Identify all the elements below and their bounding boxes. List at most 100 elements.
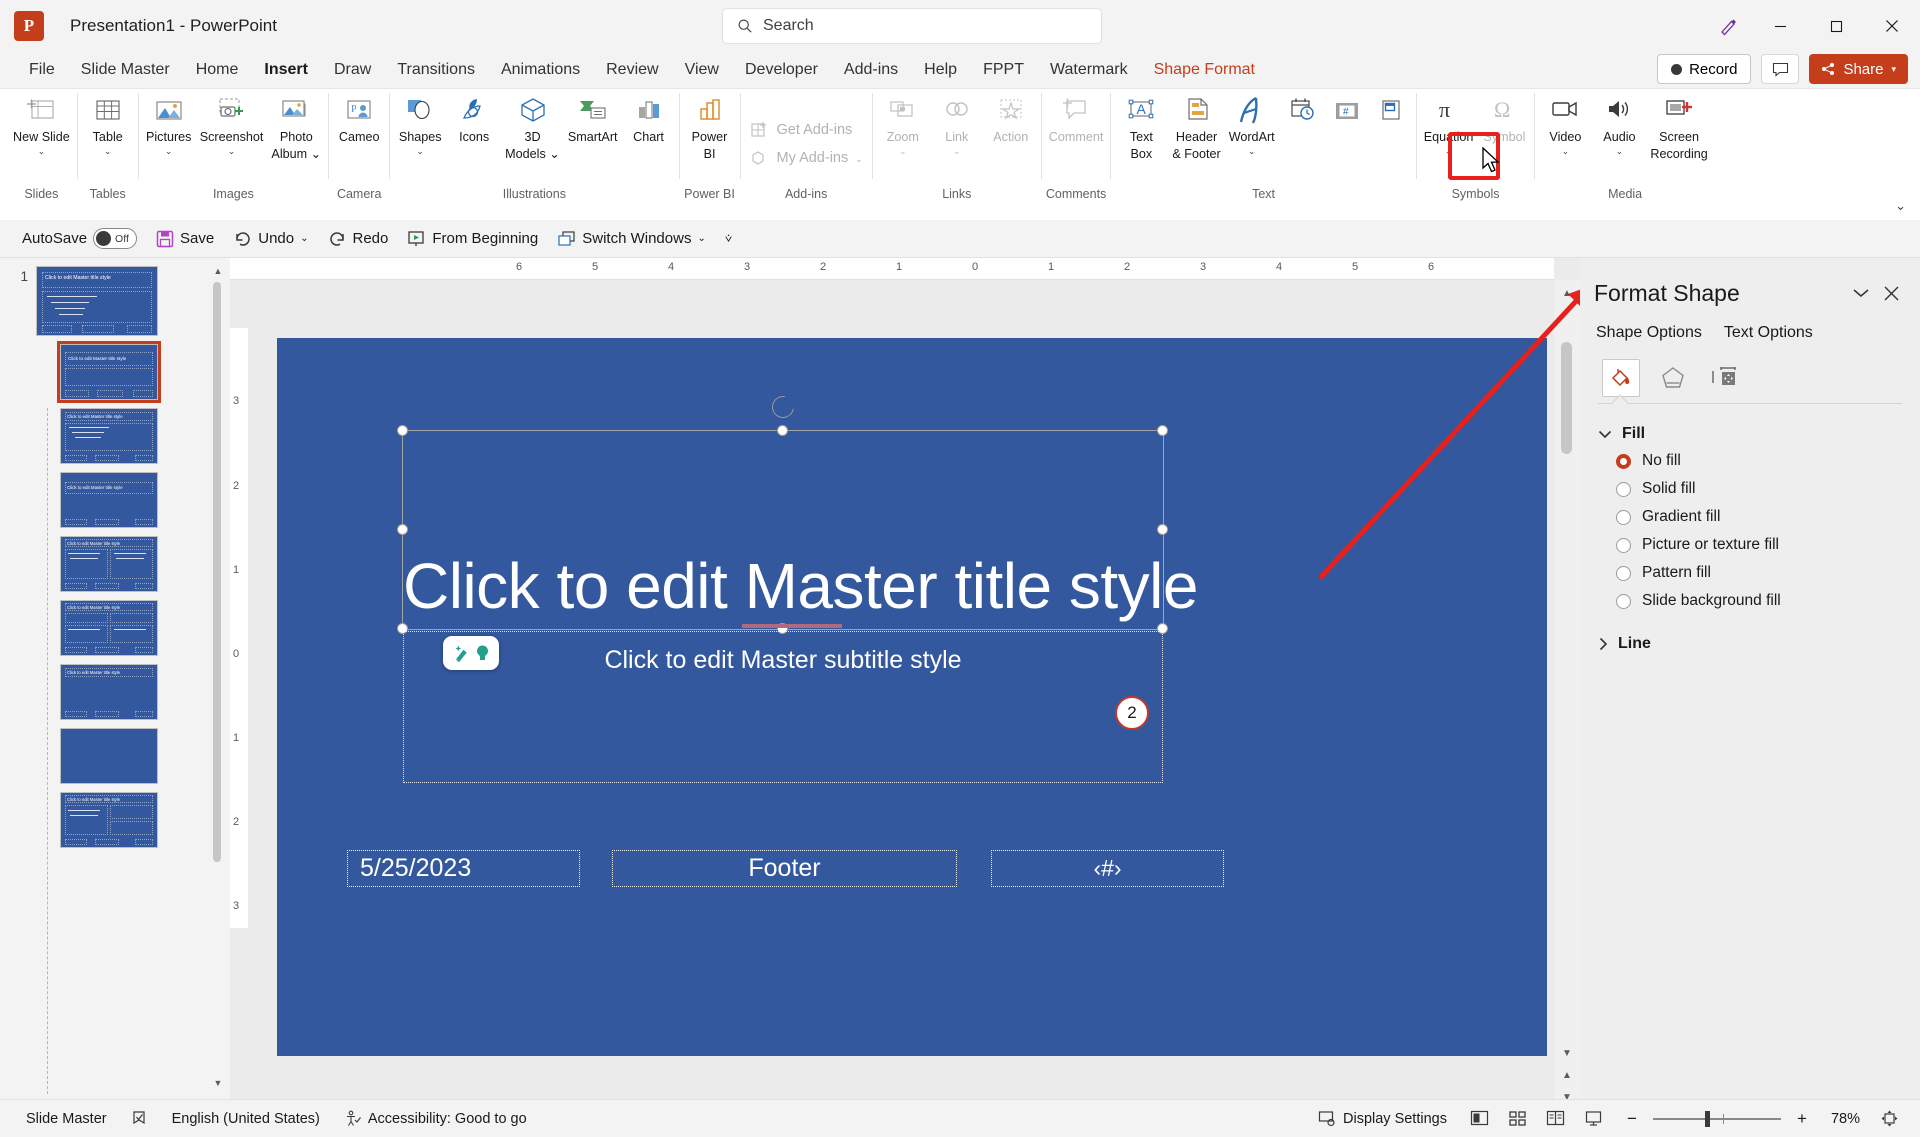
text-box-button[interactable]: A Text Box <box>1114 91 1168 161</box>
subtitle-placeholder[interactable]: Click to edit Master subtitle style <box>403 631 1163 783</box>
fit-to-window-button[interactable] <box>1872 1105 1906 1133</box>
ink-pen-icon[interactable] <box>1706 0 1752 52</box>
thumbnail-layout-row[interactable]: Click to edit Master title style <box>0 664 230 720</box>
slide-number-button[interactable]: # <box>1325 91 1369 128</box>
format-shape-pane[interactable]: Format Shape Shape Options Text Options <box>1580 258 1920 1112</box>
smartart-button[interactable]: SmartArt <box>564 91 622 145</box>
photo-album-button[interactable]: Photo Album ⌄ <box>267 91 325 161</box>
icons-button[interactable]: Icons <box>447 91 501 145</box>
equation-button[interactable]: π Equation ⌄ <box>1420 91 1478 156</box>
date-placeholder[interactable]: 5/25/2023 <box>347 850 580 887</box>
tab-slide-master[interactable]: Slide Master <box>68 56 183 84</box>
3d-models-button[interactable]: 3D Models ⌄ <box>501 91 564 161</box>
switch-windows-button[interactable]: Switch Windows ⌄ <box>549 226 714 252</box>
chart-button[interactable]: Chart <box>622 91 676 145</box>
section-fill-header[interactable]: Fill <box>1580 415 1920 447</box>
radio-picture-or-texture-fill[interactable]: Picture or texture fill <box>1580 531 1920 559</box>
thumbnail-layout-row[interactable]: Click to edit Master title style <box>0 408 230 464</box>
tab-draw[interactable]: Draw <box>321 56 384 84</box>
scroll-up-button[interactable]: ▲ <box>1554 280 1580 306</box>
wordart-button[interactable]: WordArt ⌄ <box>1225 91 1279 156</box>
thumbnail-layout-row[interactable]: Click to edit Master title style <box>0 472 230 528</box>
chevron-down-icon[interactable]: ⌄ <box>165 146 173 156</box>
undo-button[interactable]: Undo ⌄ <box>225 226 316 252</box>
tab-developer[interactable]: Developer <box>732 56 831 84</box>
scrollbar-thumb[interactable] <box>1561 342 1572 454</box>
minimize-button[interactable] <box>1752 0 1808 52</box>
share-button[interactable]: Share ▾ <box>1809 54 1908 84</box>
resize-handle-top-center[interactable] <box>777 425 788 436</box>
pictures-button[interactable]: Pictures ⌄ <box>142 91 196 156</box>
comments-button[interactable] <box>1761 54 1800 84</box>
chevron-down-icon[interactable]: ⌄ <box>1562 146 1570 156</box>
footer-placeholder[interactable]: Footer <box>612 850 957 887</box>
header-footer-button[interactable]: Header & Footer <box>1168 91 1224 161</box>
tab-home[interactable]: Home <box>183 56 252 84</box>
screen-recording-button[interactable]: Screen Recording <box>1646 91 1711 161</box>
redo-button[interactable]: Redo <box>320 226 397 252</box>
chevron-down-icon[interactable]: ⌄ <box>1248 146 1256 156</box>
video-button[interactable]: Video ⌄ <box>1538 91 1592 156</box>
slide-show-button[interactable] <box>1577 1105 1611 1133</box>
object-button[interactable] <box>1369 91 1413 128</box>
thumbnail-scrollbar[interactable]: ▲ ▼ <box>212 264 222 1090</box>
size-and-properties-icon[interactable] <box>1706 359 1744 397</box>
date-and-time-button[interactable] <box>1279 91 1325 128</box>
chevron-down-icon[interactable]: ⌄ <box>416 146 424 156</box>
symbol-button[interactable]: Ω Symbol <box>1477 91 1531 145</box>
chevron-down-icon[interactable]: ⌄ <box>1616 146 1624 156</box>
get-add-ins-button[interactable]: Get Add-ins <box>744 116 864 144</box>
close-button[interactable] <box>1864 0 1920 52</box>
radio-no-fill[interactable]: No fill <box>1580 447 1920 475</box>
slide-sorter-view-button[interactable] <box>1501 1105 1535 1133</box>
thumbnail-layout-row[interactable]: Click to edit Master title style <box>0 792 230 848</box>
spelling-check-button[interactable] <box>119 1110 160 1127</box>
chevron-down-icon[interactable]: ⌄ <box>300 233 308 244</box>
radio-gradient-fill[interactable]: Gradient fill <box>1580 503 1920 531</box>
chevron-down-icon[interactable]: ⌄ <box>697 233 705 244</box>
accessibility-checker[interactable]: Accessibility: Good to go <box>332 1110 539 1127</box>
chevron-down-icon[interactable]: ⌄ <box>104 146 112 156</box>
fill-and-line-icon[interactable] <box>1602 359 1640 397</box>
slide-pane-scrollbar[interactable]: ▲ ▼ ▲ ▼ <box>1554 280 1580 1112</box>
maximize-button[interactable] <box>1808 0 1864 52</box>
chevron-down-icon[interactable]: ⌄ <box>38 146 46 156</box>
radio-sol7id-fill[interactable]: Solid fill <box>1580 475 1920 503</box>
resize-handle-middle-right[interactable] <box>1157 524 1168 535</box>
section-line-header[interactable]: Line <box>1580 615 1920 657</box>
close-icon[interactable] <box>1876 278 1906 308</box>
slide-canvas[interactable]: Click to edit Master title style Click t… <box>277 338 1547 1056</box>
autosave-control[interactable]: AutoSave Off <box>14 224 145 253</box>
radio-pattern-fill[interactable]: Pattern fill <box>1580 559 1920 587</box>
autosave-toggle[interactable]: Off <box>93 228 138 249</box>
thumbnail-layout-row[interactable]: Click to edit Master title style <box>0 600 230 656</box>
from-beginning-button[interactable]: From Beginning <box>399 226 546 252</box>
thumbnail-layout-title-slide[interactable]: Click to edit Master title style <box>57 341 161 403</box>
thumbnail-layout-8[interactable]: Click to edit Master title style <box>60 792 158 848</box>
search-box[interactable]: Search <box>722 8 1102 44</box>
my-add-ins-button[interactable]: My Add-ins ⌄ <box>744 144 869 172</box>
display-settings-button[interactable]: Display Settings <box>1306 1110 1459 1127</box>
thumbnail-layout-2[interactable]: Click to edit Master title style <box>60 408 158 464</box>
customize-quick-access-toolbar-button[interactable]: ⩒ <box>717 227 740 250</box>
save-button[interactable]: Save <box>148 226 222 252</box>
new-slide-button[interactable]: New Slide ⌄ <box>9 91 74 156</box>
thumbnail-layout-4[interactable]: Click to edit Master title style <box>60 536 158 592</box>
scrollbar-thumb[interactable] <box>213 282 221 862</box>
tab-text-options[interactable]: Text Options <box>1724 324 1813 345</box>
scroll-down-button[interactable]: ▼ <box>212 1076 224 1090</box>
cameo-button[interactable]: P Cameo <box>332 91 386 145</box>
thumbnail-layout-row[interactable] <box>0 728 230 784</box>
tab-shape-options[interactable]: Shape Options <box>1596 324 1702 345</box>
reading-view-button[interactable] <box>1539 1105 1573 1133</box>
tab-shape-format[interactable]: Shape Format <box>1141 56 1268 84</box>
shapes-button[interactable]: Shapes ⌄ <box>393 91 447 156</box>
zoom-out-button[interactable]: − <box>1615 1105 1649 1133</box>
action-button[interactable]: Action <box>984 91 1038 145</box>
thumbnail-layout-3[interactable]: Click to edit Master title style <box>60 472 158 528</box>
comment-button[interactable]: Comment <box>1045 91 1108 145</box>
screenshot-button[interactable]: Screenshot ⌄ <box>196 91 268 156</box>
chevron-down-icon[interactable]: ⌄ <box>899 146 907 156</box>
record-button[interactable]: Record <box>1657 54 1752 84</box>
thumbnail-master-row[interactable]: 1 Click to edit Master title style <box>0 266 230 336</box>
